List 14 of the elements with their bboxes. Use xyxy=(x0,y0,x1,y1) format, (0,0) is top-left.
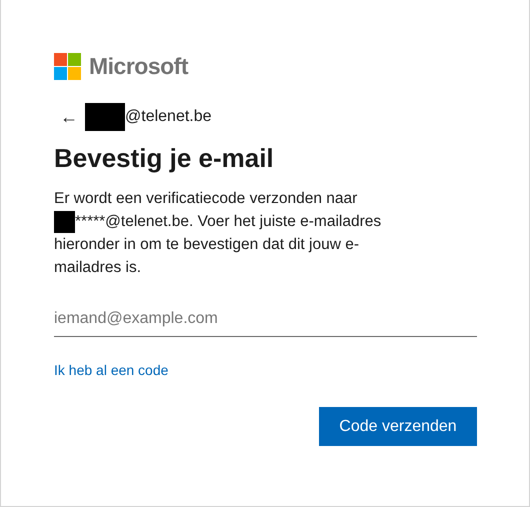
redaction-mark xyxy=(85,103,125,131)
description-text: Er wordt een verificatiecode verzonden naar xyxy=(54,189,358,209)
email-field[interactable]: iemand@example.com xyxy=(54,301,477,337)
redaction-mark xyxy=(54,210,75,232)
send-code-button[interactable]: Code verzenden xyxy=(319,407,477,446)
back-button[interactable]: ← xyxy=(54,108,84,126)
have-code-link[interactable]: Ik heb al een code xyxy=(54,362,168,378)
page-title: Bevestig je e-mail xyxy=(54,142,275,175)
account-email: @telenet.be xyxy=(125,107,212,127)
logo-text: Microsoft xyxy=(89,55,188,78)
description-text: *****@telenet.be. Voer het juiste e-mailadres xyxy=(75,212,382,232)
description-text: hieronder in om te bevestigen dat dit jouw e- xyxy=(54,235,360,255)
logo-icon xyxy=(54,53,81,80)
description-text: mailadres is. xyxy=(54,258,141,278)
